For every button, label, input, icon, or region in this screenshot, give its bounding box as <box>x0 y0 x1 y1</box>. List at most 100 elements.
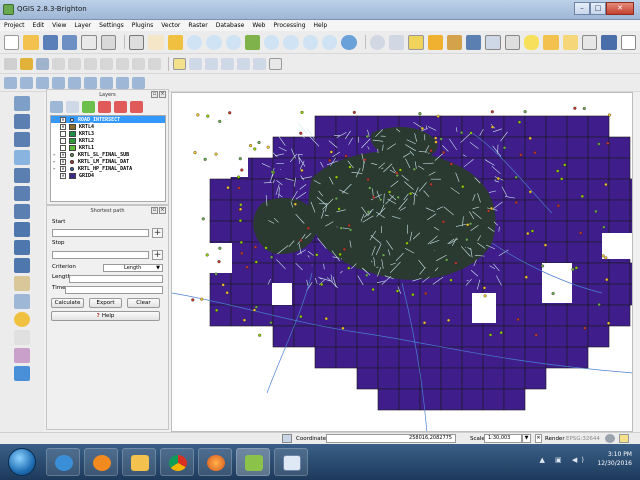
close-panel-button[interactable]: × <box>159 91 166 98</box>
identify-icon[interactable] <box>369 34 385 50</box>
layer-row-krtl2[interactable]: KRTL2 <box>51 137 165 144</box>
add-wfs-layer-icon[interactable] <box>14 240 30 255</box>
menu-raster[interactable]: Raster <box>184 20 211 31</box>
rotate-label-icon[interactable] <box>237 57 250 70</box>
attribute-table-icon[interactable] <box>466 34 482 50</box>
maximize-button[interactable]: □ <box>590 2 606 15</box>
measure-icon[interactable] <box>504 34 521 50</box>
pin-labels-icon[interactable] <box>189 57 202 70</box>
toggle-extents-icon[interactable] <box>282 434 292 443</box>
add-delimited-icon[interactable] <box>68 76 81 89</box>
pan-hand-icon[interactable] <box>148 34 164 50</box>
expand-icon[interactable]: ▸ <box>53 152 58 158</box>
new-memory-layer-icon[interactable] <box>14 312 30 327</box>
add-oracle-layer-icon[interactable] <box>14 186 30 201</box>
menu-project[interactable]: Project <box>0 20 29 31</box>
add-wfs-icon[interactable] <box>52 76 65 89</box>
layer-visibility-checkbox[interactable]: ✕ <box>60 116 66 123</box>
add-spatialite-icon[interactable] <box>84 76 97 89</box>
show-labels-icon[interactable] <box>205 57 218 70</box>
capture-start-point-button[interactable]: + <box>152 228 163 238</box>
layer-row-krtl-sl-final-sub[interactable]: ▸ ✕ KRTL_SL_FINAL_SUB <box>51 151 165 158</box>
add-wms-icon[interactable] <box>20 76 33 89</box>
add-group-icon[interactable] <box>66 101 79 113</box>
start-button[interactable] <box>8 448 36 476</box>
log-messages-icon[interactable] <box>619 434 629 443</box>
taskbar-chrome[interactable] <box>160 448 194 476</box>
zoom-selection-icon[interactable] <box>264 34 280 50</box>
node-tool-icon[interactable] <box>84 57 97 70</box>
annotation-icon[interactable] <box>582 34 598 50</box>
taskbar-explorer[interactable] <box>122 448 156 476</box>
filter-expression-icon[interactable] <box>98 101 111 113</box>
layer-row-krtl4[interactable]: ✕ KRTL4 <box>51 123 165 130</box>
open-project-icon[interactable] <box>23 34 39 50</box>
menu-layer[interactable]: Layer <box>70 20 95 31</box>
composer-manager-icon[interactable] <box>100 34 117 50</box>
save-edits-icon[interactable] <box>36 57 49 70</box>
map-canvas[interactable] <box>171 92 633 432</box>
map-svg[interactable] <box>172 93 633 432</box>
new-project-icon[interactable] <box>4 34 20 50</box>
layer-visibility-checkbox[interactable]: ✕ <box>60 123 66 130</box>
layer-visibility-checkbox[interactable]: ✕ <box>60 172 66 179</box>
add-postgis-layer-icon[interactable] <box>14 132 30 147</box>
layer-row-krtl-lm-final-dat[interactable]: ▸ ✕ KRTL_LM_FINAL_DAT <box>51 158 165 165</box>
minimize-button[interactable]: – <box>574 2 590 15</box>
export-button[interactable]: Export <box>89 298 122 308</box>
menu-web[interactable]: Web <box>248 20 269 31</box>
layers-tree[interactable]: ▸ ✕ ROAD_INTERSECT ✕ KRTL4 KRTL3 KRTL2 K… <box>50 115 166 202</box>
layer-row-krtl-hp-final-data[interactable]: ▸ ✕ KRTL_HP_FINAL_DATA <box>51 165 165 172</box>
taskbar-ie[interactable] <box>46 448 80 476</box>
new-bookmark-icon[interactable] <box>562 34 579 50</box>
filter-icon[interactable] <box>82 101 95 113</box>
layer-row-krtl3[interactable]: KRTL3 <box>51 130 165 137</box>
cut-features-icon[interactable] <box>116 57 129 70</box>
zoom-last-icon[interactable] <box>302 34 319 50</box>
current-edits-icon[interactable] <box>4 57 17 70</box>
stop-point-input[interactable] <box>52 251 149 259</box>
save-project-icon[interactable] <box>42 34 58 50</box>
zoom-1-1-icon[interactable] <box>225 34 241 50</box>
scale-dropdown-chevron-down-icon[interactable]: ▼ <box>522 434 531 443</box>
add-spatialite-layer-icon[interactable] <box>14 150 30 165</box>
float-panel-button[interactable]: ▫ <box>151 91 158 98</box>
new-spatialite-icon[interactable] <box>14 294 30 309</box>
identify-features-icon[interactable] <box>388 34 405 50</box>
close-panel-button[interactable]: × <box>159 207 166 214</box>
statistics-icon[interactable] <box>485 34 501 50</box>
zoom-full-icon[interactable] <box>244 34 261 50</box>
layer-visibility-checkbox[interactable] <box>60 137 66 144</box>
add-delimited-text-icon[interactable] <box>14 366 30 381</box>
add-wcs-icon[interactable] <box>36 76 49 89</box>
layer-visibility-checkbox[interactable]: ✕ <box>60 151 66 158</box>
add-vector-layer-icon[interactable] <box>14 96 30 111</box>
expand-icon[interactable]: ▸ <box>53 117 58 123</box>
add-virtual-layer-icon[interactable] <box>14 348 30 363</box>
new-gpx-layer-icon[interactable] <box>14 330 30 345</box>
deselect-icon[interactable] <box>427 34 443 50</box>
bookmark-icon[interactable] <box>543 34 559 50</box>
menu-vector[interactable]: Vector <box>157 20 184 31</box>
zoom-out-icon[interactable] <box>206 34 222 50</box>
save-as-icon[interactable] <box>61 34 78 50</box>
label-icon[interactable] <box>173 57 186 70</box>
crs-status[interactable]: EPSG:32644 <box>566 434 600 444</box>
collapse-all-icon[interactable] <box>130 101 143 113</box>
field-calc-icon[interactable] <box>446 34 463 50</box>
layer-row-road-intersect[interactable]: ▸ ✕ ROAD_INTERSECT <box>51 116 165 123</box>
toggle-editing-icon[interactable] <box>20 57 33 70</box>
menu-processing[interactable]: Processing <box>269 20 309 31</box>
menu-edit[interactable]: Edit <box>29 20 49 31</box>
criterion-select[interactable]: Length ▼ <box>103 264 163 272</box>
layer-visibility-checkbox[interactable] <box>60 144 66 151</box>
layer-visibility-checkbox[interactable] <box>60 130 66 137</box>
menu-help[interactable]: Help <box>310 20 332 31</box>
system-tray-icons[interactable]: ▲ ▣ ◀) <box>539 456 588 464</box>
pan-to-selection-icon[interactable] <box>167 34 183 50</box>
move-label-icon[interactable] <box>221 57 234 70</box>
label-properties-icon[interactable] <box>269 57 282 70</box>
add-wms-layer-icon[interactable] <box>14 204 30 219</box>
expand-icon[interactable]: ▸ <box>53 159 58 165</box>
expand-all-icon[interactable] <box>114 101 127 113</box>
